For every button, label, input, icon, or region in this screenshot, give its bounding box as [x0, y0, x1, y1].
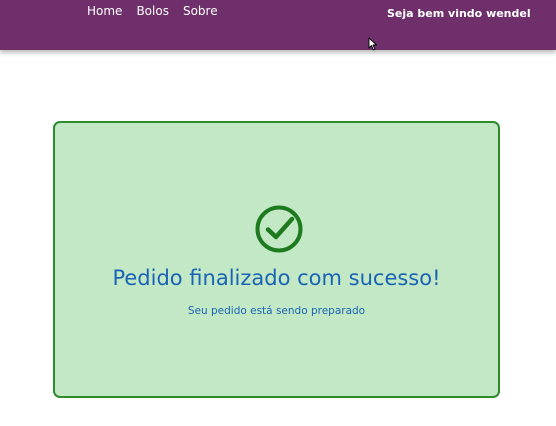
nav-links: Home Bolos Sobre: [87, 4, 218, 18]
nav-link-bolos[interactable]: Bolos: [136, 4, 169, 18]
welcome-message: Seja bem vindo wendel: [387, 7, 531, 20]
success-title: Pedido finalizado com sucesso!: [112, 266, 441, 290]
top-navbar: Home Bolos Sobre Seja bem vindo wendel: [0, 0, 556, 50]
nav-link-home[interactable]: Home: [87, 4, 122, 18]
order-success-card: Pedido finalizado com sucesso! Seu pedid…: [53, 121, 500, 398]
success-subtitle: Seu pedido está sendo preparado: [187, 305, 366, 317]
check-circle-icon: [255, 205, 303, 253]
nav-link-sobre[interactable]: Sobre: [183, 4, 218, 18]
mouse-cursor-icon: [368, 37, 377, 51]
